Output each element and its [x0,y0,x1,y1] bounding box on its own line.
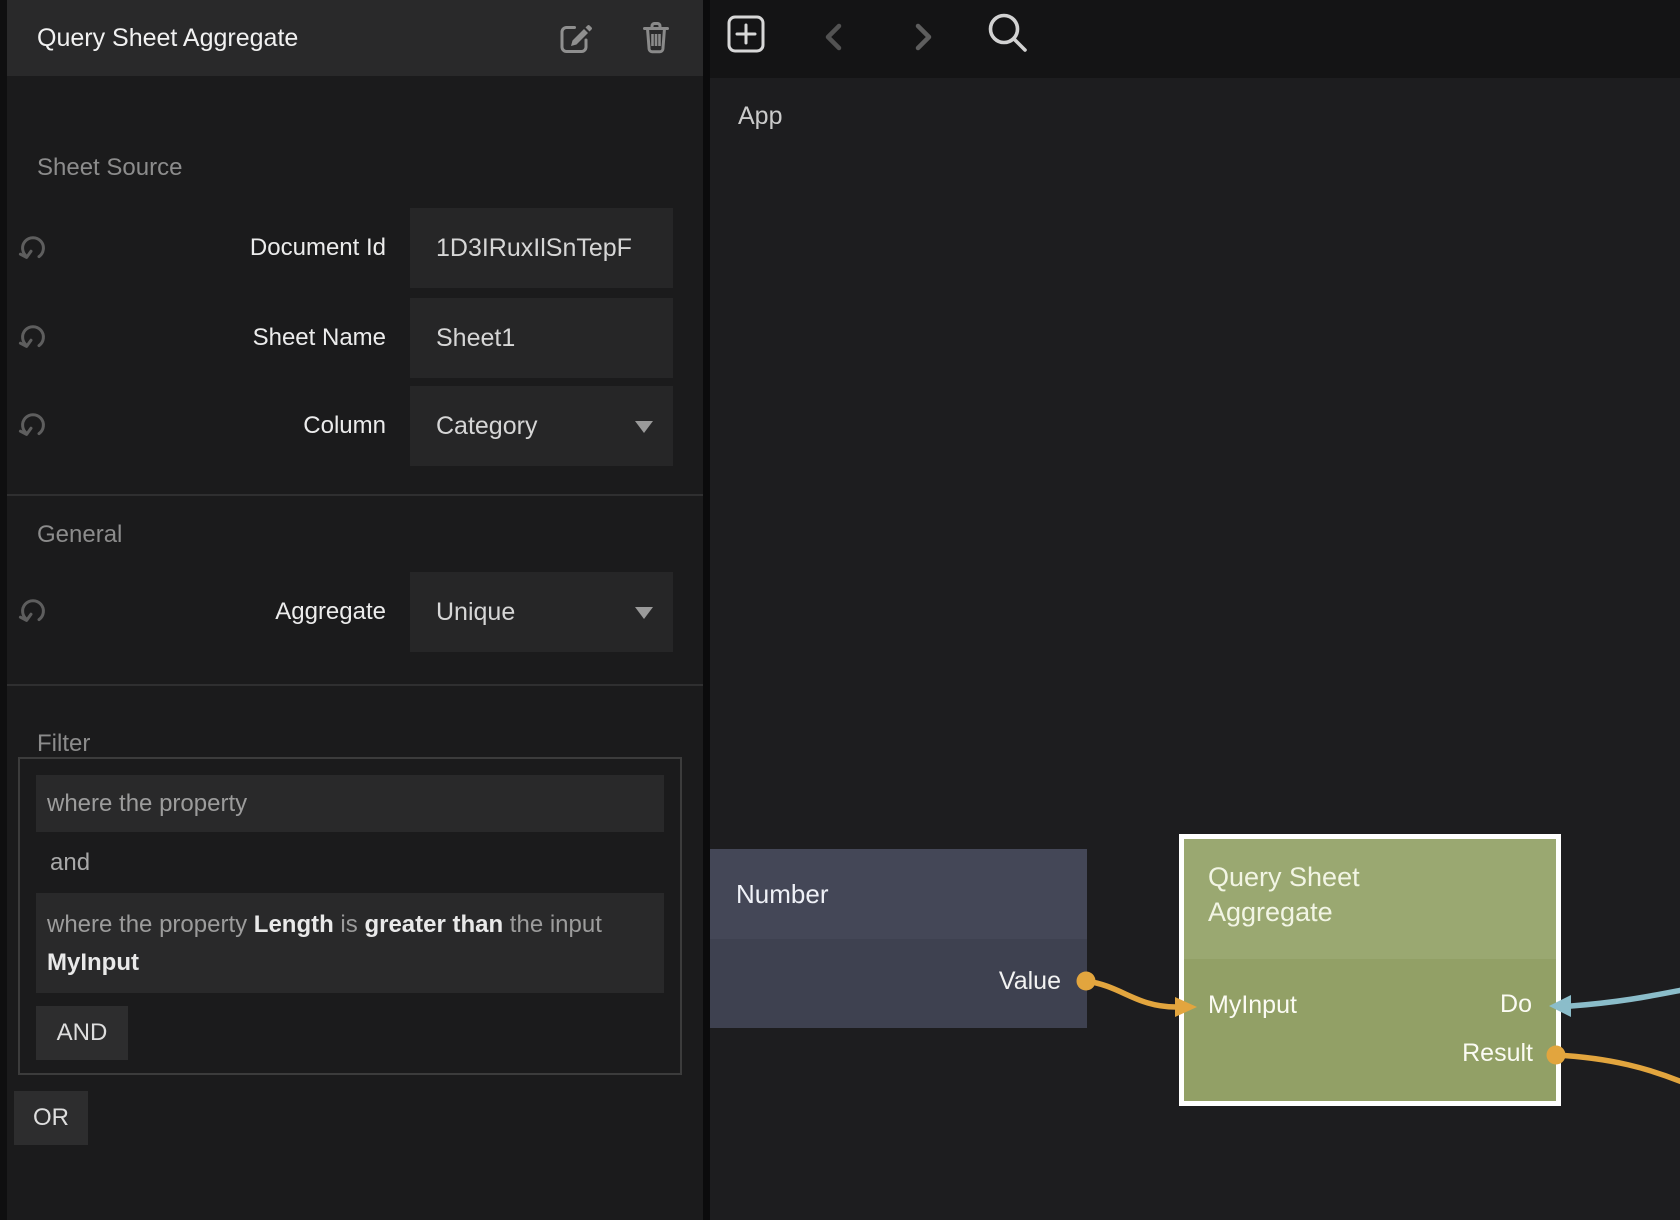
node-canvas[interactable]: App Number Value Query Sheet Aggregate M… [710,0,1680,1220]
panel-left-edge [0,0,7,1220]
port-myinput[interactable]: MyInput [1208,991,1297,1020]
sheet-name-field[interactable]: Sheet1 [410,298,673,378]
canvas-toolbar [710,0,1680,78]
filter-rule-empty[interactable]: where the property [36,775,664,832]
rule-input: MyInput [47,949,139,976]
port-value[interactable]: Value [999,939,1061,1028]
app-window: Query Sheet Aggregate Sheet Source [0,0,1680,1220]
field-label: Sheet Name [40,298,386,378]
chevron-down-icon [635,607,653,619]
search-icon[interactable] [985,9,1031,60]
section-divider [7,494,703,496]
rule-operator: greater than [364,911,503,938]
column-value: Category [436,412,537,441]
panel-header: Query Sheet Aggregate [7,0,703,76]
node-title: Number [736,879,828,910]
node-body: MyInput Do Result [1184,959,1556,1101]
aggregate-dropdown[interactable]: Unique [410,572,673,652]
trash-icon[interactable] [642,20,670,61]
property-panel: Query Sheet Aggregate Sheet Source [0,0,703,1220]
chevron-down-icon [635,421,653,433]
nav-back-icon[interactable] [823,23,845,56]
field-label: Column [40,386,386,466]
section-label-general: General [37,521,122,549]
filter-conjunction: and [50,849,90,877]
add-node-icon[interactable] [727,15,765,58]
sheet-name-value: Sheet1 [436,324,515,353]
section-divider [7,684,703,686]
or-button[interactable]: OR [14,1091,88,1145]
document-id-value: 1D3IRuxIlSnTepF [436,234,632,263]
section-label-sheet-source: Sheet Source [37,154,182,182]
aggregate-value: Unique [436,598,515,627]
edit-icon[interactable] [556,20,594,61]
and-button[interactable]: AND [36,1006,128,1060]
node-query-sheet-aggregate[interactable]: Query Sheet Aggregate MyInput Do Result [1179,834,1561,1106]
column-dropdown[interactable]: Category [410,386,673,466]
node-body: Value [710,939,1087,1028]
filter-rule[interactable]: where the property Length is greater tha… [36,893,664,993]
node-number[interactable]: Number Value [710,849,1087,1028]
wire-to-do[interactable] [1571,990,1680,1006]
wire-from-result[interactable] [1556,1055,1680,1082]
wire-value-to-myinput[interactable] [1086,981,1176,1007]
port-result[interactable]: Result [1462,1039,1533,1068]
node-header: Number [710,849,1087,939]
rule-property: Length [254,911,334,938]
field-label: Document Id [40,208,386,288]
filter-box: where the property and where the propert… [18,757,682,1075]
rule-text: is [334,911,365,938]
node-title: Query Sheet Aggregate [1208,860,1443,930]
panel-title: Query Sheet Aggregate [37,0,298,76]
document-id-field[interactable]: 1D3IRuxIlSnTepF [410,208,673,288]
panel-divider [703,0,710,1220]
nav-forward-icon[interactable] [912,23,934,56]
node-header: Query Sheet Aggregate [1184,839,1556,959]
rule-text: the input [503,911,602,938]
port-do[interactable]: Do [1500,990,1532,1019]
section-label-filter: Filter [37,730,90,758]
rule-text: where the property [47,911,254,938]
field-label: Aggregate [40,572,386,652]
breadcrumb[interactable]: App [738,102,782,131]
